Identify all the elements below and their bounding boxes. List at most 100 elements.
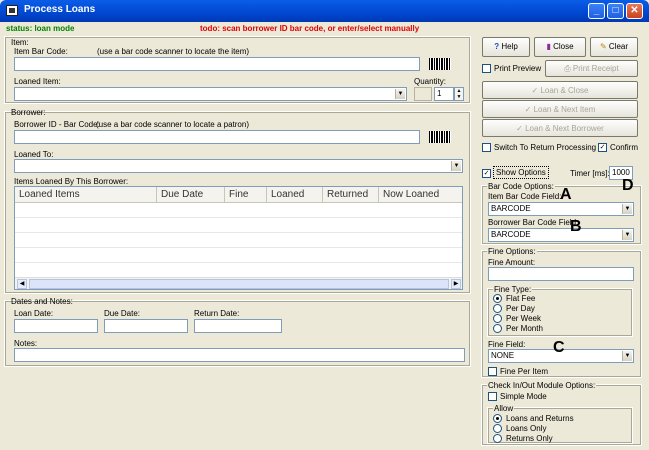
print-preview-checkbox[interactable] bbox=[482, 64, 491, 73]
switch-return-checkbox[interactable] bbox=[482, 143, 491, 152]
loaned-to-select[interactable]: ▼ bbox=[14, 159, 463, 173]
show-options-checkbox[interactable]: ✓ bbox=[482, 169, 491, 178]
barcode-options-label: Bar Code Options: bbox=[487, 182, 555, 191]
scroll-thumb[interactable] bbox=[29, 279, 449, 289]
broom-icon: ✎ bbox=[599, 42, 607, 51]
due-date-input[interactable] bbox=[104, 319, 188, 333]
return-date-input[interactable] bbox=[194, 319, 282, 333]
check-icon: ✓ bbox=[524, 105, 532, 114]
minimize-button[interactable]: _ bbox=[588, 3, 605, 19]
fine-type-label: Per Week bbox=[506, 314, 541, 323]
fine-per-item-checkbox[interactable] bbox=[488, 367, 497, 376]
allow-radio[interactable] bbox=[493, 414, 502, 423]
confirm-label: Confirm bbox=[610, 143, 639, 152]
borrower-field-select[interactable]: BARCODE ▼ bbox=[488, 228, 634, 242]
due-date-label: Due Date: bbox=[104, 309, 141, 318]
check-icon: ✓ bbox=[516, 124, 523, 133]
fine-type-radio[interactable] bbox=[493, 314, 502, 323]
fine-type-radio[interactable] bbox=[493, 294, 502, 303]
borrower-group-label: Borrower: bbox=[11, 108, 46, 117]
chevron-down-icon: ▼ bbox=[451, 161, 461, 171]
allow-radio[interactable] bbox=[493, 424, 502, 433]
scroll-right-icon[interactable]: ▶ bbox=[451, 279, 461, 289]
column-header[interactable]: Now Loaned bbox=[379, 187, 462, 203]
status-text: status: loan mode bbox=[6, 24, 75, 33]
borrower-barcode-hint: (use a bar code scanner to locate a patr… bbox=[96, 120, 249, 129]
column-header[interactable]: Due Date bbox=[157, 187, 225, 203]
timer-label: Timer [ms]: bbox=[570, 169, 610, 178]
annotation-c: C bbox=[553, 339, 565, 356]
door-icon: ▮ bbox=[546, 42, 551, 51]
loaned-item-select[interactable]: ▼ bbox=[14, 87, 407, 101]
loaned-item-label: Loaned Item: bbox=[14, 77, 61, 86]
scroll-left-icon[interactable]: ◀ bbox=[17, 279, 27, 289]
chevron-down-icon: ▼ bbox=[622, 230, 632, 240]
loan-date-label: Loan Date: bbox=[14, 309, 54, 318]
fine-type-radio[interactable] bbox=[493, 324, 502, 333]
return-date-label: Return Date: bbox=[194, 309, 240, 318]
item-group-label: Item: bbox=[11, 38, 29, 47]
item-field-select[interactable]: BARCODE ▼ bbox=[488, 202, 634, 216]
barcode-icon[interactable] bbox=[429, 131, 451, 143]
todo-text: todo: scan borrower ID bar code, or ente… bbox=[200, 24, 420, 33]
barcode-icon[interactable] bbox=[429, 58, 451, 70]
fine-per-item-label: Fine Per Item bbox=[500, 367, 549, 376]
item-field-label: Item Bar Code Field: bbox=[488, 192, 562, 201]
loaned-to-label: Loaned To: bbox=[14, 150, 54, 159]
maximize-button[interactable]: □ bbox=[607, 3, 624, 19]
app-icon bbox=[6, 5, 18, 16]
simple-mode-checkbox[interactable] bbox=[488, 392, 497, 401]
chevron-down-icon: ▼ bbox=[622, 204, 632, 214]
print-receipt-button[interactable]: ⎙ Print Receipt bbox=[545, 60, 638, 77]
notes-input[interactable] bbox=[14, 348, 465, 362]
help-icon: ? bbox=[494, 42, 500, 51]
allow-option-label: Loans and Returns bbox=[506, 414, 574, 423]
loans-table[interactable]: Loaned Items Due Date Fine Loaned Return… bbox=[14, 186, 463, 290]
notes-label: Notes: bbox=[14, 339, 38, 348]
allow-option-label: Returns Only bbox=[506, 434, 553, 443]
column-header[interactable]: Returned bbox=[323, 187, 379, 203]
close-window-button[interactable]: ✕ bbox=[626, 3, 643, 19]
annotation-a: A bbox=[560, 186, 572, 203]
fine-type-radio[interactable] bbox=[493, 304, 502, 313]
loan-date-input[interactable] bbox=[14, 319, 98, 333]
fine-amount-label: Fine Amount: bbox=[488, 258, 536, 267]
allow-option-label: Loans Only bbox=[506, 424, 547, 433]
dates-group-label: Dates and Notes: bbox=[11, 297, 73, 306]
item-barcode-input[interactable] bbox=[14, 57, 420, 71]
fine-type-label: Per Month bbox=[506, 324, 543, 333]
annotation-b: B bbox=[570, 218, 582, 235]
show-options-label: Show Options bbox=[493, 166, 549, 179]
loan-next-item-button[interactable]: ✓ Loan & Next Item bbox=[482, 100, 638, 118]
column-header[interactable]: Loaned bbox=[267, 187, 323, 203]
switch-return-label: Switch To Return Processing bbox=[494, 143, 597, 152]
loan-next-borrower-button[interactable]: ✓ Loan & Next Borrower bbox=[482, 119, 638, 137]
annotation-d: D bbox=[622, 177, 634, 194]
close-button[interactable]: ▮ Close bbox=[534, 37, 586, 57]
quantity-label: Quantity: bbox=[414, 77, 447, 86]
quantity-stepper[interactable]: ▲ ▼ bbox=[454, 87, 464, 101]
fine-type-label: Fine Type: bbox=[493, 285, 533, 294]
clear-button[interactable]: ✎ Clear bbox=[590, 37, 638, 57]
horizontal-scrollbar[interactable]: ◀ ▶ bbox=[15, 277, 462, 289]
allow-radio[interactable] bbox=[493, 434, 502, 443]
borrower-field-label: Borrower Bar Code Field: bbox=[488, 218, 579, 227]
check-icon: ✓ bbox=[531, 86, 539, 95]
help-button[interactable]: ? Help bbox=[482, 37, 530, 57]
fine-amount-input[interactable] bbox=[488, 267, 634, 281]
column-header[interactable]: Fine bbox=[225, 187, 267, 203]
chevron-down-icon: ▼ bbox=[622, 351, 632, 361]
loan-close-button[interactable]: ✓ Loan & Close bbox=[482, 81, 638, 99]
printer-icon: ⎙ bbox=[564, 64, 571, 73]
allow-label: Allow bbox=[493, 404, 515, 413]
confirm-checkbox[interactable]: ✓ bbox=[598, 143, 607, 152]
column-header[interactable]: Loaned Items bbox=[15, 187, 157, 203]
items-loaned-label: Items Loaned By This Borrower: bbox=[14, 177, 129, 186]
title-bar bbox=[0, 0, 649, 22]
fine-type-label: Per Day bbox=[506, 304, 535, 313]
item-barcode-hint: (use a bar code scanner to locate the it… bbox=[97, 47, 250, 56]
print-preview-label: Print Preview bbox=[494, 64, 542, 73]
simple-mode-label: Simple Mode bbox=[500, 392, 547, 401]
borrower-barcode-input[interactable] bbox=[14, 130, 420, 144]
quantity-input[interactable]: 1 bbox=[434, 87, 454, 101]
